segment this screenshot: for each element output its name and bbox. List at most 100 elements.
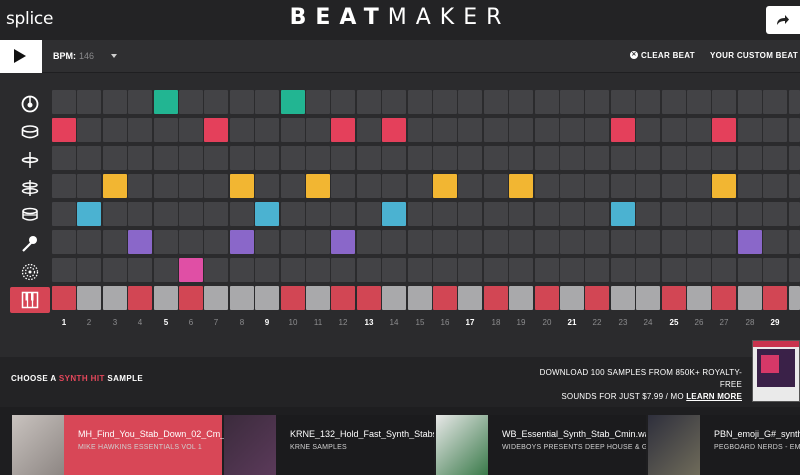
beat-cell[interactable] xyxy=(382,202,406,226)
beat-cell[interactable] xyxy=(433,174,457,198)
beat-cell[interactable] xyxy=(103,146,127,170)
beat-cell[interactable] xyxy=(281,174,305,198)
beat-cell[interactable] xyxy=(281,90,305,114)
beat-cell[interactable] xyxy=(535,146,559,170)
beat-cell[interactable] xyxy=(331,202,355,226)
beat-cell[interactable] xyxy=(255,202,279,226)
beat-cell[interactable] xyxy=(306,90,330,114)
beat-cell[interactable] xyxy=(458,202,482,226)
beat-cell[interactable] xyxy=(103,174,127,198)
beat-cell[interactable] xyxy=(763,230,787,254)
beat-cell[interactable] xyxy=(77,118,101,142)
beat-cell[interactable] xyxy=(77,230,101,254)
beat-cell[interactable] xyxy=(103,230,127,254)
beat-cell[interactable] xyxy=(484,230,508,254)
beat-cell[interactable] xyxy=(52,258,76,282)
beat-cell[interactable] xyxy=(763,118,787,142)
beat-cell[interactable] xyxy=(509,146,533,170)
beat-cell[interactable] xyxy=(331,90,355,114)
beat-cell[interactable] xyxy=(738,286,762,310)
kick-drum-icon[interactable] xyxy=(10,92,50,117)
beat-cell[interactable] xyxy=(179,202,203,226)
beat-cell[interactable] xyxy=(357,174,381,198)
beat-cell[interactable] xyxy=(306,202,330,226)
beat-cell[interactable] xyxy=(458,146,482,170)
beat-cell[interactable] xyxy=(128,146,152,170)
beat-cell[interactable] xyxy=(611,230,635,254)
beat-cell[interactable] xyxy=(433,118,457,142)
beat-cell[interactable] xyxy=(662,146,686,170)
sample-card[interactable]: PBN_emoji_G#_synth_st... PEGBOARD NERDS … xyxy=(648,415,800,475)
beat-cell[interactable] xyxy=(255,90,279,114)
beat-cell[interactable] xyxy=(230,202,254,226)
beat-cell[interactable] xyxy=(458,118,482,142)
beat-cell[interactable] xyxy=(687,258,711,282)
beat-cell[interactable] xyxy=(712,258,736,282)
beat-cell[interactable] xyxy=(408,146,432,170)
beat-cell[interactable] xyxy=(433,202,457,226)
beat-cell[interactable] xyxy=(331,174,355,198)
beat-cell[interactable] xyxy=(408,230,432,254)
beat-cell[interactable] xyxy=(204,230,228,254)
beat-cell[interactable] xyxy=(255,174,279,198)
beat-cell[interactable] xyxy=(204,146,228,170)
bpm-display[interactable]: BPM: 146 xyxy=(53,51,94,61)
beat-cell[interactable] xyxy=(636,230,660,254)
beat-cell[interactable] xyxy=(204,90,228,114)
beat-cell[interactable] xyxy=(509,258,533,282)
beat-cell[interactable] xyxy=(255,146,279,170)
beat-cell[interactable] xyxy=(509,230,533,254)
beat-cell[interactable] xyxy=(255,258,279,282)
beat-cell[interactable] xyxy=(179,286,203,310)
beat-cell[interactable] xyxy=(585,230,609,254)
beat-cell[interactable] xyxy=(128,118,152,142)
beat-cell[interactable] xyxy=(712,118,736,142)
beat-cell[interactable] xyxy=(789,202,800,226)
beat-cell[interactable] xyxy=(154,146,178,170)
beat-cell[interactable] xyxy=(179,146,203,170)
beat-cell[interactable] xyxy=(103,286,127,310)
beat-cell[interactable] xyxy=(52,230,76,254)
beat-cell[interactable] xyxy=(509,118,533,142)
beat-cell[interactable] xyxy=(738,118,762,142)
beat-cell[interactable] xyxy=(230,174,254,198)
beat-cell[interactable] xyxy=(408,258,432,282)
beat-cell[interactable] xyxy=(103,202,127,226)
beat-cell[interactable] xyxy=(52,146,76,170)
beat-cell[interactable] xyxy=(535,118,559,142)
beat-cell[interactable] xyxy=(687,202,711,226)
beat-cell[interactable] xyxy=(154,174,178,198)
beat-cell[interactable] xyxy=(458,90,482,114)
beat-cell[interactable] xyxy=(535,174,559,198)
beat-cell[interactable] xyxy=(789,118,800,142)
share-button[interactable] xyxy=(766,6,800,34)
beat-cell[interactable] xyxy=(585,118,609,142)
beat-cell[interactable] xyxy=(789,146,800,170)
beat-cell[interactable] xyxy=(484,90,508,114)
beat-cell[interactable] xyxy=(331,230,355,254)
beat-cell[interactable] xyxy=(382,146,406,170)
beat-cell[interactable] xyxy=(77,286,101,310)
beat-cell[interactable] xyxy=(789,258,800,282)
beat-cell[interactable] xyxy=(77,202,101,226)
beat-cell[interactable] xyxy=(763,90,787,114)
learn-more-link[interactable]: LEARN MORE xyxy=(686,392,742,401)
beat-cell[interactable] xyxy=(611,118,635,142)
beat-cell[interactable] xyxy=(179,258,203,282)
beat-cell[interactable] xyxy=(738,230,762,254)
beat-cell[interactable] xyxy=(281,230,305,254)
beat-cell[interactable] xyxy=(484,286,508,310)
beat-cell[interactable] xyxy=(662,118,686,142)
beat-cell[interactable] xyxy=(357,286,381,310)
snare-drum-icon[interactable] xyxy=(10,120,50,145)
beat-cell[interactable] xyxy=(382,286,406,310)
beat-cell[interactable] xyxy=(636,286,660,310)
beat-cell[interactable] xyxy=(179,174,203,198)
beat-cell[interactable] xyxy=(738,258,762,282)
beat-cell[interactable] xyxy=(636,118,660,142)
synth-piano-icon[interactable] xyxy=(10,287,50,313)
play-button[interactable] xyxy=(0,40,42,73)
beat-cell[interactable] xyxy=(408,286,432,310)
beat-cell[interactable] xyxy=(77,90,101,114)
beat-cell[interactable] xyxy=(712,230,736,254)
